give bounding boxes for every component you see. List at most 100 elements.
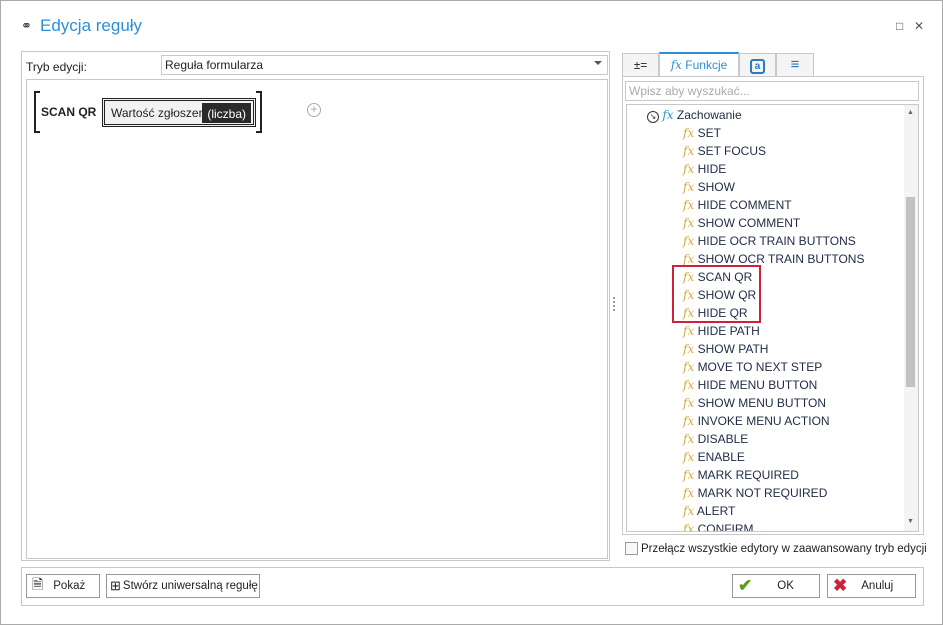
- function-name: SCAN QR: [41, 105, 97, 119]
- function-item[interactable]: fx ALERT: [683, 502, 735, 520]
- function-item[interactable]: fx SET: [683, 124, 721, 142]
- splitter-handle[interactable]: [613, 297, 615, 311]
- fx-icon: fx: [683, 396, 695, 410]
- function-label: DISABLE: [697, 432, 749, 446]
- mode-select[interactable]: Reguła formularza: [161, 55, 608, 75]
- function-label: HIDE COMMENT: [697, 198, 792, 212]
- fx-icon: fx: [683, 252, 695, 266]
- fx-icon: fx: [683, 504, 695, 518]
- fx-icon: fx: [683, 378, 695, 392]
- function-item[interactable]: fx SHOW: [683, 178, 735, 196]
- function-item[interactable]: fx SET FOCUS: [683, 142, 766, 160]
- fx-icon: fx: [683, 432, 695, 446]
- function-label: MARK REQUIRED: [697, 468, 799, 482]
- function-label: MARK NOT REQUIRED: [697, 486, 828, 500]
- fx-icon: fx: [683, 234, 695, 248]
- function-item[interactable]: fx SHOW MENU BUTTON: [683, 394, 826, 412]
- mode-value: Reguła formularza: [165, 58, 264, 72]
- chevron-down-icon: [594, 61, 602, 65]
- fx-icon: fx: [683, 324, 695, 338]
- scrollbar-thumb[interactable]: [906, 197, 915, 387]
- function-item[interactable]: fx SHOW PATH: [683, 340, 768, 358]
- function-item[interactable]: fx MARK REQUIRED: [683, 466, 799, 484]
- fx-icon: fx: [683, 414, 695, 428]
- function-item[interactable]: fx HIDE PATH: [683, 322, 760, 340]
- dialog-window: ⚭ Edycja reguły □ ✕ Tryb edycji: Reguła …: [0, 0, 943, 625]
- fx-icon: fx: [670, 58, 682, 72]
- function-label: MOVE TO NEXT STEP: [697, 360, 823, 374]
- function-label: SET: [697, 126, 721, 140]
- tab-list[interactable]: ≡: [776, 53, 814, 77]
- tab-form-fields[interactable]: a: [739, 53, 776, 77]
- list-icon: ≡: [790, 56, 800, 73]
- function-item[interactable]: fx CONFIRM: [683, 520, 754, 532]
- document-icon: 🗎: [32, 576, 44, 592]
- function-label: HIDE MENU BUTTON: [697, 378, 818, 392]
- scroll-up-icon[interactable]: ▲: [907, 109, 914, 116]
- function-label: INVOKE MENU ACTION: [697, 414, 830, 428]
- function-label: SHOW: [697, 180, 735, 194]
- dialog-title: Edycja reguły: [40, 16, 143, 35]
- close-button[interactable]: ✕: [914, 19, 924, 33]
- argument-type: (liczba): [202, 103, 251, 123]
- show-button[interactable]: 🗎 Pokaż: [26, 574, 100, 598]
- function-label: SHOW PATH: [697, 342, 769, 356]
- mode-label: Tryb edycji:: [26, 60, 87, 74]
- function-label: SHOW MENU BUTTON: [697, 396, 827, 410]
- collapse-icon[interactable]: ↘: [647, 111, 659, 123]
- ok-label: OK: [777, 580, 794, 592]
- add-icon[interactable]: +: [307, 103, 321, 117]
- universal-label: Stwórz uniwersalną regułę: [122, 580, 258, 592]
- function-item[interactable]: fx HIDE MENU BUTTON: [683, 376, 817, 394]
- advanced-mode-checkbox[interactable]: [625, 542, 638, 555]
- tab-variables[interactable]: ±=: [622, 53, 659, 77]
- show-label: Pokaż: [53, 580, 86, 592]
- cancel-x-icon: ✖: [833, 576, 848, 595]
- tab-functions[interactable]: fx Funkcje: [659, 52, 739, 77]
- function-item[interactable]: fx DISABLE: [683, 430, 748, 448]
- function-label: SHOW OCR TRAIN BUTTONS: [697, 252, 865, 266]
- fx-icon: fx: [683, 486, 695, 500]
- function-item[interactable]: fx MARK NOT REQUIRED: [683, 484, 827, 502]
- rule-editor[interactable]: [26, 79, 608, 559]
- scroll-down-icon[interactable]: ▼: [907, 518, 914, 525]
- function-label: CONFIRM: [697, 522, 754, 532]
- fx-icon: fx: [683, 162, 695, 176]
- tab-label: Funkcje: [685, 58, 728, 72]
- function-label: HIDE: [697, 162, 727, 176]
- function-label: ALERT: [696, 504, 736, 518]
- fx-icon: fx: [662, 108, 674, 122]
- open-bracket: [34, 91, 40, 133]
- function-label: ENABLE: [697, 450, 745, 464]
- function-item[interactable]: fx INVOKE MENU ACTION: [683, 412, 830, 430]
- argument-block[interactable]: Wartość zgłoszenia (liczba): [102, 98, 256, 127]
- function-label: SHOW COMMENT: [697, 216, 801, 230]
- function-label: SET FOCUS: [697, 144, 767, 158]
- fx-icon: fx: [683, 342, 695, 356]
- fx-icon: fx: [683, 522, 695, 532]
- function-item[interactable]: fx ENABLE: [683, 448, 745, 466]
- fx-icon: fx: [683, 450, 695, 464]
- cancel-label: Anuluj: [861, 580, 894, 592]
- fx-icon: fx: [683, 180, 695, 194]
- function-item[interactable]: fx HIDE OCR TRAIN BUTTONS: [683, 232, 856, 250]
- function-item[interactable]: fx HIDE: [683, 160, 726, 178]
- fx-icon: fx: [683, 126, 695, 140]
- function-item[interactable]: fx MOVE TO NEXT STEP: [683, 358, 822, 376]
- group-label: Zachowanie: [676, 108, 742, 122]
- variables-icon: ±=: [633, 58, 648, 72]
- form-fields-icon: a: [749, 59, 766, 74]
- advanced-mode-label: Przełącz wszystkie edytory w zaawansowan…: [641, 543, 927, 555]
- fx-icon: fx: [683, 144, 695, 158]
- ok-button[interactable]: ✔ OK: [732, 574, 820, 598]
- tree-group-zachowanie[interactable]: ↘ fx Zachowanie: [647, 106, 742, 124]
- cancel-button[interactable]: ✖ Anuluj: [827, 574, 916, 598]
- search-input[interactable]: Wpisz aby wyszukać...: [625, 81, 919, 101]
- create-universal-rule-button[interactable]: ⊞ Stwórz uniwersalną regułę: [106, 574, 260, 598]
- function-item[interactable]: fx HIDE COMMENT: [683, 196, 792, 214]
- fx-icon: fx: [683, 468, 695, 482]
- maximize-button[interactable]: □: [896, 19, 903, 33]
- if-rule-icon: ⊞: [110, 578, 121, 593]
- function-item[interactable]: fx SHOW COMMENT: [683, 214, 800, 232]
- function-label: HIDE PATH: [697, 324, 760, 338]
